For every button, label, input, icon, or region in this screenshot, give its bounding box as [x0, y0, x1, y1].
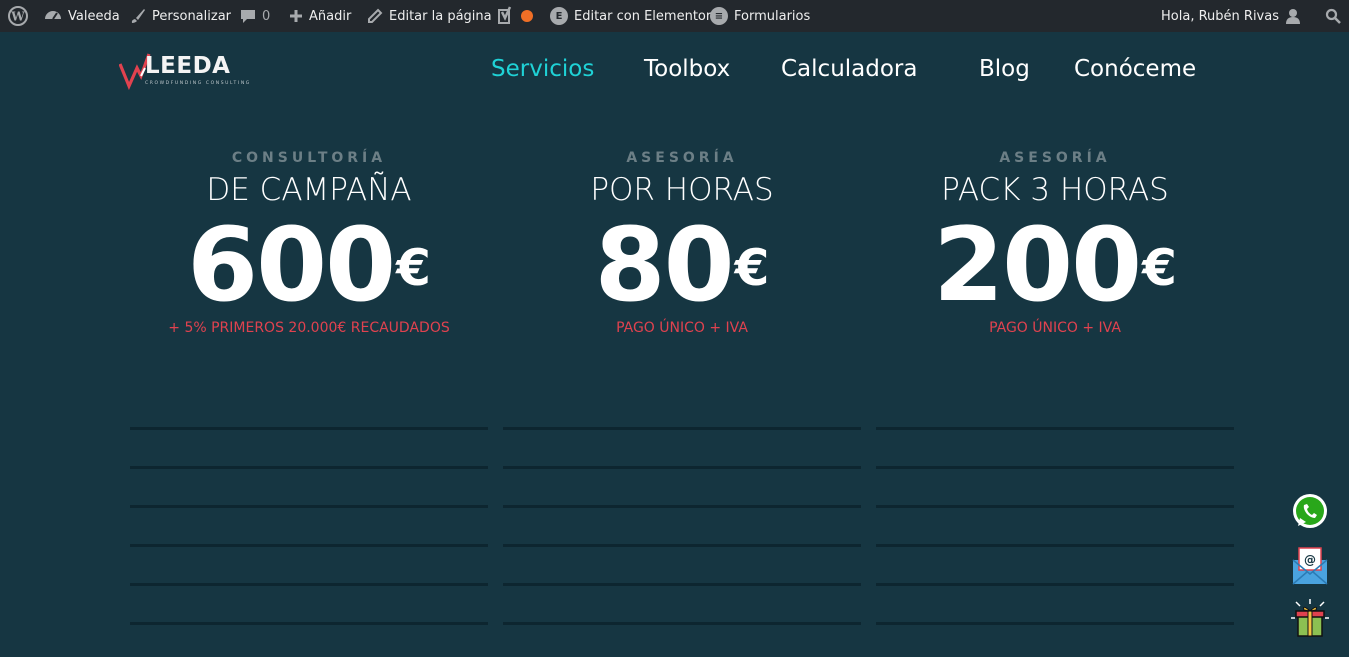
feature-divider: [503, 466, 861, 469]
feature-divider: [876, 583, 1234, 586]
edit-page-label: Editar la página: [389, 8, 492, 24]
feature-divider: [876, 427, 1234, 430]
user-greeting: Hola, Rubén Rivas: [1161, 8, 1279, 24]
plan-kicker: CONSULTORÍA: [231, 150, 387, 166]
plan-kicker: ASESORÍA: [999, 150, 1111, 166]
site-name-menu[interactable]: Valeeda: [44, 0, 120, 32]
plan-note: PAGO ÚNICO + IVA: [989, 320, 1121, 336]
email-button[interactable]: @: [1290, 546, 1330, 586]
gift-icon: [1291, 599, 1329, 637]
elementor-label: Editar con Elementor: [574, 8, 712, 24]
feature-divider: [130, 583, 488, 586]
brush-icon: [131, 9, 145, 23]
yoast-seo-button[interactable]: [497, 0, 533, 32]
dashboard-icon: [45, 11, 61, 20]
plan-kicker: ASESORÍA: [626, 150, 738, 166]
search-icon: [1325, 8, 1341, 24]
feature-divider: [130, 544, 488, 547]
pricing-card-horas: ASESORÍA POR HORAS 80 € PAGO ÚNICO + IVA: [503, 150, 861, 336]
pricing-card-campana: CONSULTORÍA DE CAMPAÑA 600 € + 5% PRIMER…: [130, 150, 488, 336]
gift-button[interactable]: [1290, 598, 1330, 638]
forms-label: Formularios: [734, 8, 811, 24]
wordpress-icon: W: [8, 6, 28, 26]
main-navigation: Servicios Toolbox Calculadora Blog Conóc…: [0, 56, 1349, 88]
comments-count: 0: [262, 8, 271, 24]
nav-item-calculadora[interactable]: Calculadora: [781, 56, 917, 82]
plan-title: DE CAMPAÑA: [206, 172, 412, 208]
pricing-card-pack: ASESORÍA PACK 3 HORAS 200 € PAGO ÚNICO +…: [876, 150, 1234, 336]
user-account-menu[interactable]: Hola, Rubén Rivas: [1161, 0, 1301, 32]
elementor-button[interactable]: E Editar con Elementor: [550, 0, 711, 32]
nav-item-toolbox[interactable]: Toolbox: [644, 56, 730, 82]
plan-note: + 5% PRIMEROS 20.000€ RECAUDADOS: [168, 320, 450, 336]
customize-label: Personalizar: [152, 8, 232, 24]
price-amount: 200: [933, 206, 1142, 325]
nav-item-blog[interactable]: Blog: [979, 56, 1030, 82]
svg-text:@: @: [1304, 553, 1316, 567]
plus-icon: [290, 10, 302, 22]
seo-status-dot: [521, 10, 533, 22]
nav-item-conoceme[interactable]: Conóceme: [1074, 56, 1196, 82]
feature-divider: [876, 622, 1234, 625]
svg-text:W: W: [10, 10, 25, 24]
elementor-icon: E: [550, 7, 568, 25]
plan-price: 200 €: [876, 206, 1234, 325]
feature-divider: [130, 466, 488, 469]
forms-button[interactable]: ≡ Formularios: [710, 0, 810, 32]
feature-divider: [876, 505, 1234, 508]
feature-divider: [130, 622, 488, 625]
plan-note: PAGO ÚNICO + IVA: [616, 320, 748, 336]
feature-divider: [503, 622, 861, 625]
plan-price: 600 €: [130, 206, 488, 325]
nav-item-servicios[interactable]: Servicios: [491, 56, 594, 82]
feature-divider: [503, 583, 861, 586]
price-currency: €: [396, 239, 431, 297]
add-new-button[interactable]: Añadir: [289, 0, 351, 32]
site-name: Valeeda: [68, 8, 120, 24]
admin-search-button[interactable]: [1325, 0, 1341, 32]
edit-page-button[interactable]: Editar la página: [367, 0, 492, 32]
forms-icon: ≡: [710, 7, 728, 25]
email-icon: @: [1292, 547, 1328, 585]
whatsapp-button[interactable]: [1290, 492, 1330, 532]
plan-title: POR HORAS: [590, 172, 774, 208]
comment-icon: [241, 10, 255, 23]
whatsapp-icon: [1293, 494, 1327, 528]
comments-button[interactable]: 0: [240, 0, 270, 32]
plan-title: PACK 3 HORAS: [941, 172, 1169, 208]
customize-button[interactable]: Personalizar: [130, 0, 231, 32]
feature-divider: [503, 427, 861, 430]
plan-price: 80 €: [503, 206, 861, 325]
wordpress-logo-button[interactable]: W: [8, 0, 28, 32]
yoast-icon: [498, 6, 512, 24]
price-currency: €: [1142, 239, 1177, 297]
price-currency: €: [734, 239, 770, 297]
admin-bar: W Valeeda Personalizar 0 Añadir Editar l…: [0, 0, 1349, 32]
pencil-icon: [368, 8, 383, 23]
feature-divider: [130, 427, 488, 430]
feature-divider: [503, 505, 861, 508]
price-amount: 80: [594, 206, 735, 325]
feature-divider: [130, 505, 488, 508]
feature-divider: [876, 466, 1234, 469]
add-new-label: Añadir: [309, 8, 352, 24]
feature-divider: [876, 544, 1234, 547]
feature-divider: [503, 544, 861, 547]
price-amount: 600: [187, 206, 396, 325]
user-avatar-icon: [1286, 9, 1300, 24]
